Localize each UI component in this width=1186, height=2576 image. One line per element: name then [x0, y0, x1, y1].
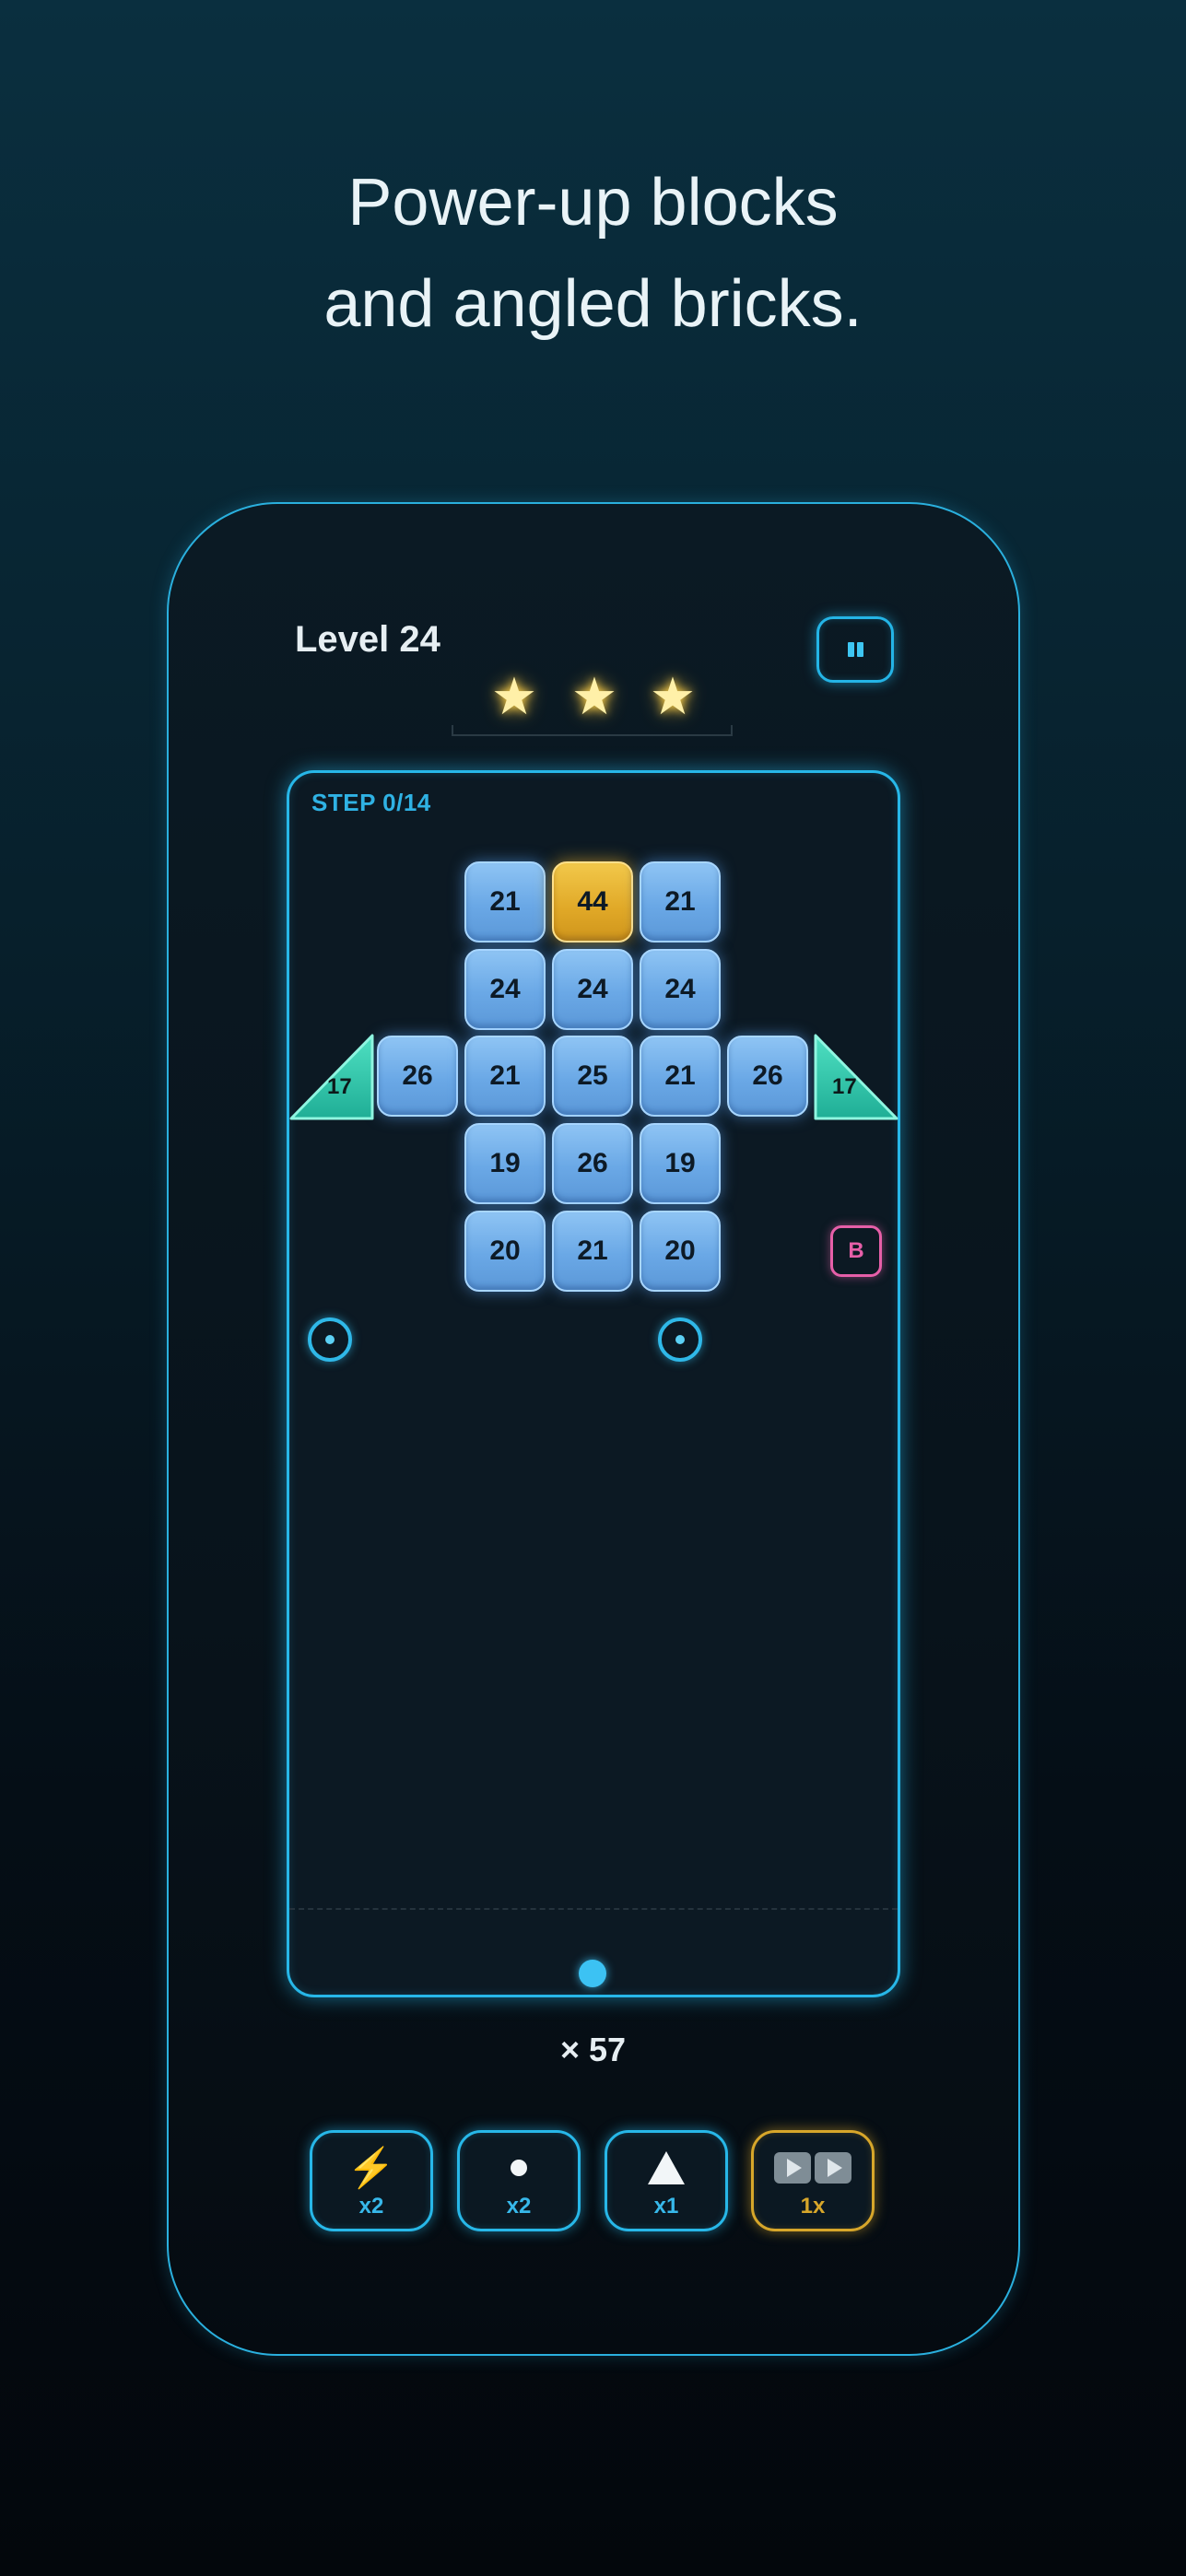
brick: 20	[464, 1211, 546, 1292]
step-counter: STEP 0/14	[311, 789, 431, 816]
pause-button[interactable]	[816, 616, 894, 683]
headline-line-1: Power-up blocks	[347, 166, 839, 240]
pause-icon	[847, 642, 863, 657]
speed-label: 1x	[800, 2194, 826, 2219]
powerup-ball-button[interactable]: x2	[457, 2130, 581, 2231]
powerup-count: x1	[653, 2194, 679, 2219]
powerup-triangle-button[interactable]: x1	[605, 2130, 728, 2231]
speed-button[interactable]: 1x	[751, 2130, 875, 2231]
brick: 25	[552, 1036, 633, 1117]
star-icon: ★	[649, 667, 697, 725]
ball-icon	[511, 2160, 527, 2176]
brick: 24	[552, 949, 633, 1030]
extra-ball-ring-icon	[658, 1317, 702, 1362]
angled-brick-left-value: 17	[327, 1074, 352, 1099]
brick: 20	[640, 1211, 721, 1292]
lightning-icon: ⚡	[346, 2146, 396, 2189]
angled-brick-right-value: 17	[832, 1074, 857, 1099]
extra-ball-ring-icon	[308, 1317, 352, 1362]
brick: 24	[640, 949, 721, 1030]
headline-line-2: and angled bricks.	[323, 267, 863, 341]
brick: 21	[552, 1211, 633, 1292]
brick: 21	[464, 861, 546, 943]
star-progress-bar	[452, 725, 733, 736]
bonus-block: B	[830, 1225, 882, 1277]
brick: 21	[640, 861, 721, 943]
ball-launcher[interactable]	[579, 1960, 606, 1987]
star-rating: ★ ★ ★	[488, 671, 700, 722]
powerup-lightning-button[interactable]: ⚡ x2	[310, 2130, 433, 2231]
powerup-brick: 44	[552, 861, 633, 943]
star-icon: ★	[570, 667, 618, 725]
fast-forward-icon	[774, 2152, 851, 2184]
floor-line	[289, 1908, 898, 1910]
triangle-icon	[648, 2151, 685, 2184]
brick: 24	[464, 949, 546, 1030]
brick: 19	[464, 1123, 546, 1204]
level-title: Level 24	[295, 619, 440, 660]
brick: 26	[727, 1036, 808, 1117]
powerup-count: x2	[506, 2194, 532, 2219]
headline: Power-up blocks and angled bricks.	[0, 152, 1186, 355]
ball-count: × 57	[559, 2031, 627, 2068]
brick: 21	[640, 1036, 721, 1117]
powerup-count: x2	[358, 2194, 384, 2219]
brick: 26	[552, 1123, 633, 1204]
brick: 21	[464, 1036, 546, 1117]
star-icon: ★	[490, 667, 538, 725]
brick: 19	[640, 1123, 721, 1204]
brick: 26	[377, 1036, 458, 1117]
